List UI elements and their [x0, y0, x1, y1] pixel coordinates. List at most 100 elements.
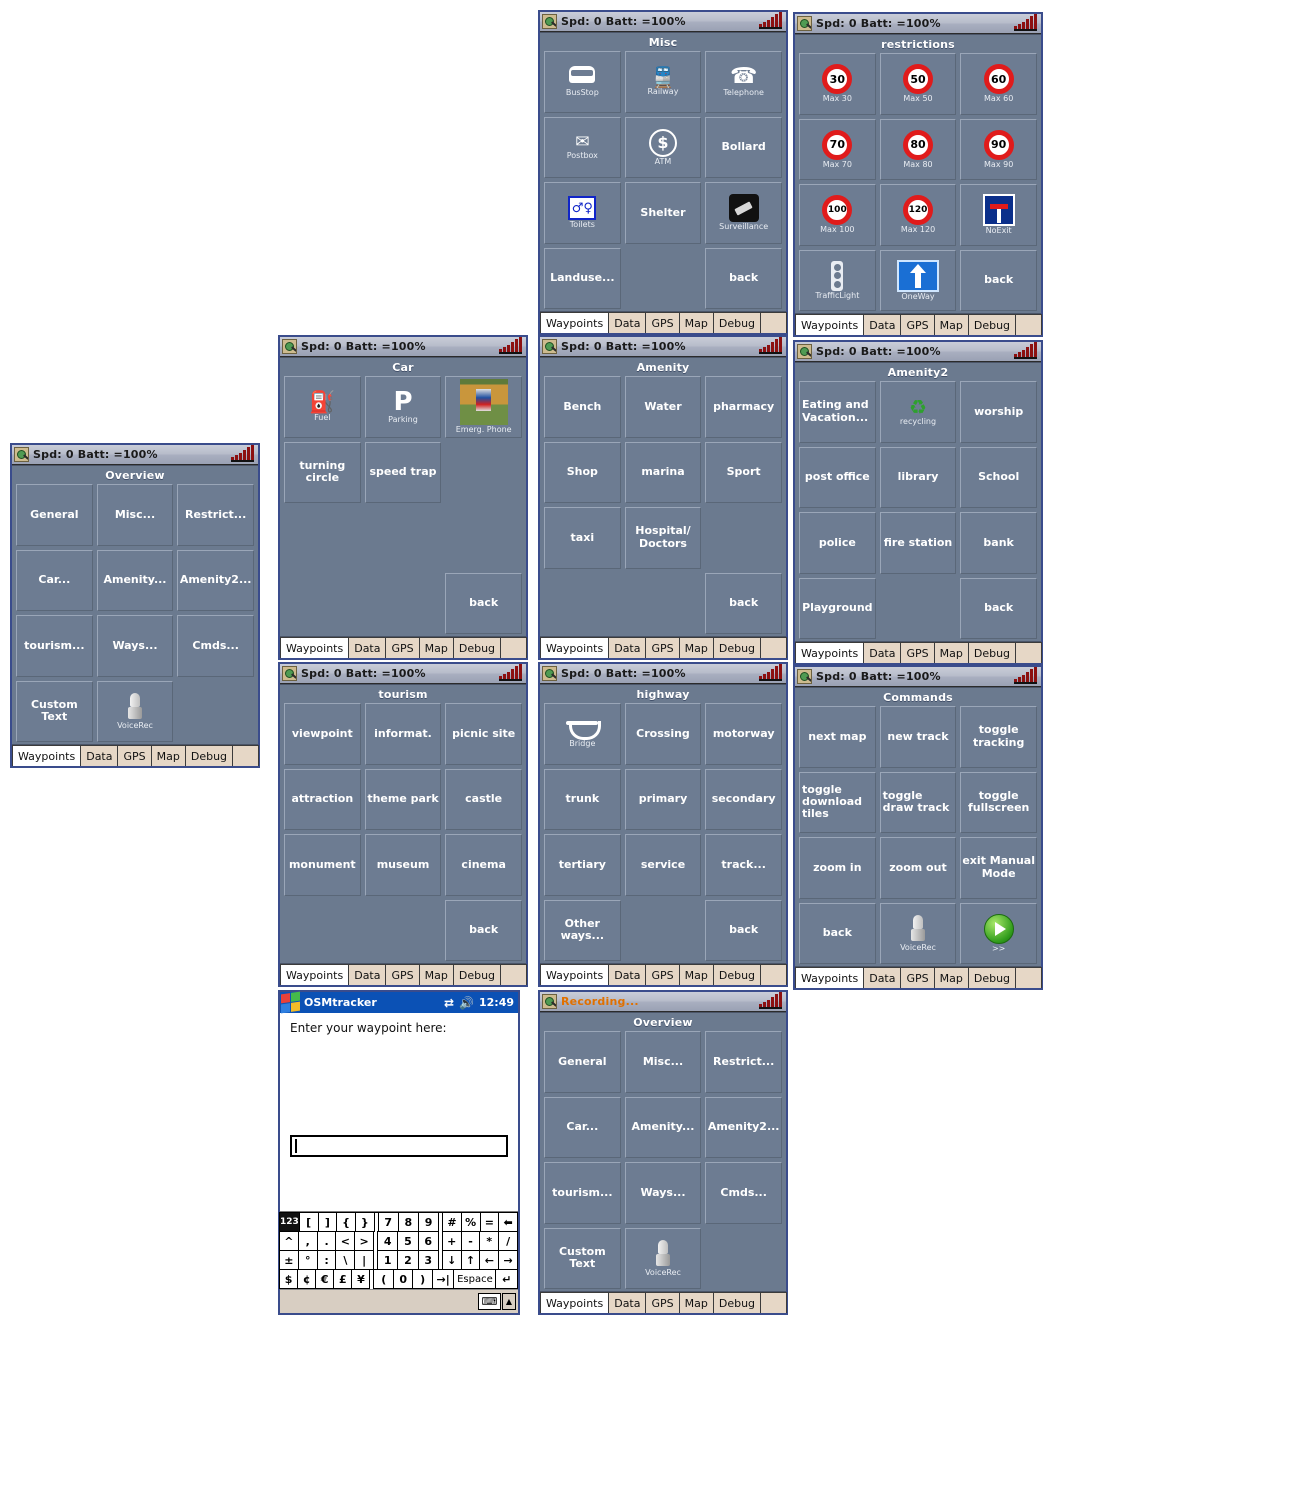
tab-map[interactable]: Map — [678, 637, 714, 658]
button-busstop[interactable]: BusStop — [544, 51, 621, 113]
tab-debug[interactable]: Debug — [967, 642, 1017, 663]
button-tourism[interactable]: tourism... — [544, 1162, 621, 1224]
button-playground[interactable]: Playground — [799, 577, 876, 639]
tab-data[interactable]: Data — [80, 745, 119, 766]
button-bench[interactable]: Bench — [544, 376, 621, 438]
key-sym[interactable]: ← — [479, 1250, 500, 1270]
button-next-map[interactable]: next map — [799, 706, 876, 768]
key-sym[interactable]: # — [442, 1212, 462, 1232]
key-sym[interactable]: * — [479, 1231, 500, 1251]
tab-gps[interactable]: GPS — [900, 642, 935, 663]
button-post-office[interactable]: post office — [799, 446, 876, 508]
button-postbox[interactable]: ✉ Postbox — [544, 116, 621, 178]
button-shop[interactable]: Shop — [544, 441, 621, 503]
button-back[interactable]: back — [445, 572, 522, 634]
button-back[interactable]: back — [705, 247, 782, 309]
tab-map[interactable]: Map — [933, 314, 969, 335]
tab-gps[interactable]: GPS — [645, 1292, 680, 1313]
button-max-70[interactable]: 70 Max 70 — [799, 118, 876, 180]
button-theme-park[interactable]: theme park — [364, 768, 442, 830]
tab-debug[interactable]: Debug — [967, 314, 1017, 335]
key-9[interactable]: 9 — [417, 1212, 440, 1232]
button-custom-text[interactable]: Custom Text — [16, 680, 93, 742]
button-castle[interactable]: castle — [445, 768, 522, 830]
key-sym[interactable]: →| — [431, 1269, 455, 1289]
tab-data[interactable]: Data — [348, 964, 387, 985]
tab-data[interactable]: Data — [608, 637, 647, 658]
button-attraction[interactable]: attraction — [284, 768, 361, 830]
button-tourism[interactable]: tourism... — [16, 615, 93, 677]
button-bridge[interactable]: Bridge — [544, 703, 621, 765]
key-sym[interactable]: ↑ — [460, 1250, 481, 1270]
button-motorway[interactable]: motorway — [705, 703, 782, 765]
tab-debug[interactable]: Debug — [712, 637, 762, 658]
button-railway[interactable]: 🚆 Railway — [624, 51, 702, 113]
tab-gps[interactable]: GPS — [645, 312, 680, 333]
button-new-track[interactable]: new track — [879, 706, 957, 768]
button-marina[interactable]: marina — [624, 441, 702, 503]
tab-data[interactable]: Data — [608, 1292, 647, 1313]
button-amenity[interactable]: Amenity... — [624, 1096, 702, 1158]
tab-data[interactable]: Data — [608, 964, 647, 985]
waypoint-input[interactable] — [290, 1135, 508, 1157]
button-viewpoint[interactable]: viewpoint — [284, 703, 361, 765]
key-sym[interactable]: { — [336, 1212, 356, 1232]
key-sym[interactable]: ¢ — [297, 1269, 317, 1289]
button-ways[interactable]: Ways... — [624, 1162, 702, 1224]
button-oneway[interactable]: OneWay — [879, 249, 957, 311]
button-car[interactable]: Car... — [16, 549, 93, 611]
button-max-50[interactable]: 50 Max 50 — [879, 53, 957, 115]
tab-map[interactable]: Map — [678, 312, 714, 333]
button-car[interactable]: Car... — [544, 1096, 621, 1158]
button-bank[interactable]: bank — [960, 512, 1037, 574]
button-cmds[interactable]: Cmds... — [177, 615, 254, 677]
key-sym[interactable]: + — [441, 1231, 462, 1251]
button-back[interactable]: back — [445, 899, 522, 961]
button-primary[interactable]: primary — [624, 768, 702, 830]
button-toggle-download-tiles[interactable]: toggle download tiles — [799, 771, 876, 833]
button-telephone[interactable]: ☎ Telephone — [705, 51, 782, 113]
button-other-ways[interactable]: Other ways... — [544, 899, 621, 961]
tab-gps[interactable]: GPS — [385, 964, 420, 985]
button-water[interactable]: Water — [624, 376, 702, 438]
tab-map[interactable]: Map — [933, 967, 969, 988]
key-sym[interactable]: ^ — [279, 1231, 299, 1251]
key-sym[interactable]: ° — [297, 1250, 318, 1270]
button-toggle-draw-track[interactable]: toggle draw track — [879, 771, 957, 833]
button-atm[interactable]: $ ATM — [624, 116, 702, 178]
key-0[interactable]: 0 — [392, 1269, 414, 1289]
button-worship[interactable]: worship — [960, 381, 1037, 443]
button-restrict[interactable]: Restrict... — [705, 1031, 782, 1093]
tab-waypoints[interactable]: Waypoints — [795, 314, 865, 335]
button-turning-circle[interactable]: turning circle — [284, 441, 361, 503]
button-restrict[interactable]: Restrict... — [177, 484, 254, 546]
key-sym[interactable]: ⬅ — [498, 1212, 518, 1232]
key-sym[interactable]: £ — [333, 1269, 353, 1289]
button-shelter[interactable]: Shelter — [624, 182, 702, 244]
key-2[interactable]: 2 — [397, 1250, 419, 1270]
button-misc[interactable]: Misc... — [624, 1031, 702, 1093]
key-sym[interactable]: [ — [298, 1212, 319, 1232]
key-5[interactable]: 5 — [397, 1231, 419, 1251]
button-picnic-site[interactable]: picnic site — [445, 703, 522, 765]
button-eating-and-vacation[interactable]: Eating and Vacation... — [799, 381, 876, 443]
key-7[interactable]: 7 — [377, 1212, 399, 1232]
button-school[interactable]: School — [960, 446, 1037, 508]
tab-map[interactable]: Map — [418, 637, 454, 658]
button-max-100[interactable]: 100 Max 100 — [799, 184, 876, 246]
keyboard-icon[interactable]: ⌨ — [478, 1293, 501, 1310]
button-ways[interactable]: Ways... — [96, 615, 174, 677]
button-voicerec[interactable]: VoiceRec — [96, 680, 174, 742]
key-sym[interactable]: ↵ — [495, 1269, 518, 1289]
key-sym[interactable]: - — [460, 1231, 481, 1251]
key-123[interactable]: 123 — [279, 1212, 300, 1232]
tab-data[interactable]: Data — [608, 312, 647, 333]
button-trafficlight[interactable]: TrafficLight — [799, 249, 876, 311]
tab-debug[interactable]: Debug — [712, 312, 762, 333]
key-sym[interactable]: : — [316, 1250, 337, 1270]
button-general[interactable]: General — [16, 484, 93, 546]
key-sym[interactable]: < — [335, 1231, 356, 1251]
button-zoom-in[interactable]: zoom in — [799, 837, 876, 899]
button-general[interactable]: General — [544, 1031, 621, 1093]
key-sym[interactable]: ) — [412, 1269, 433, 1289]
